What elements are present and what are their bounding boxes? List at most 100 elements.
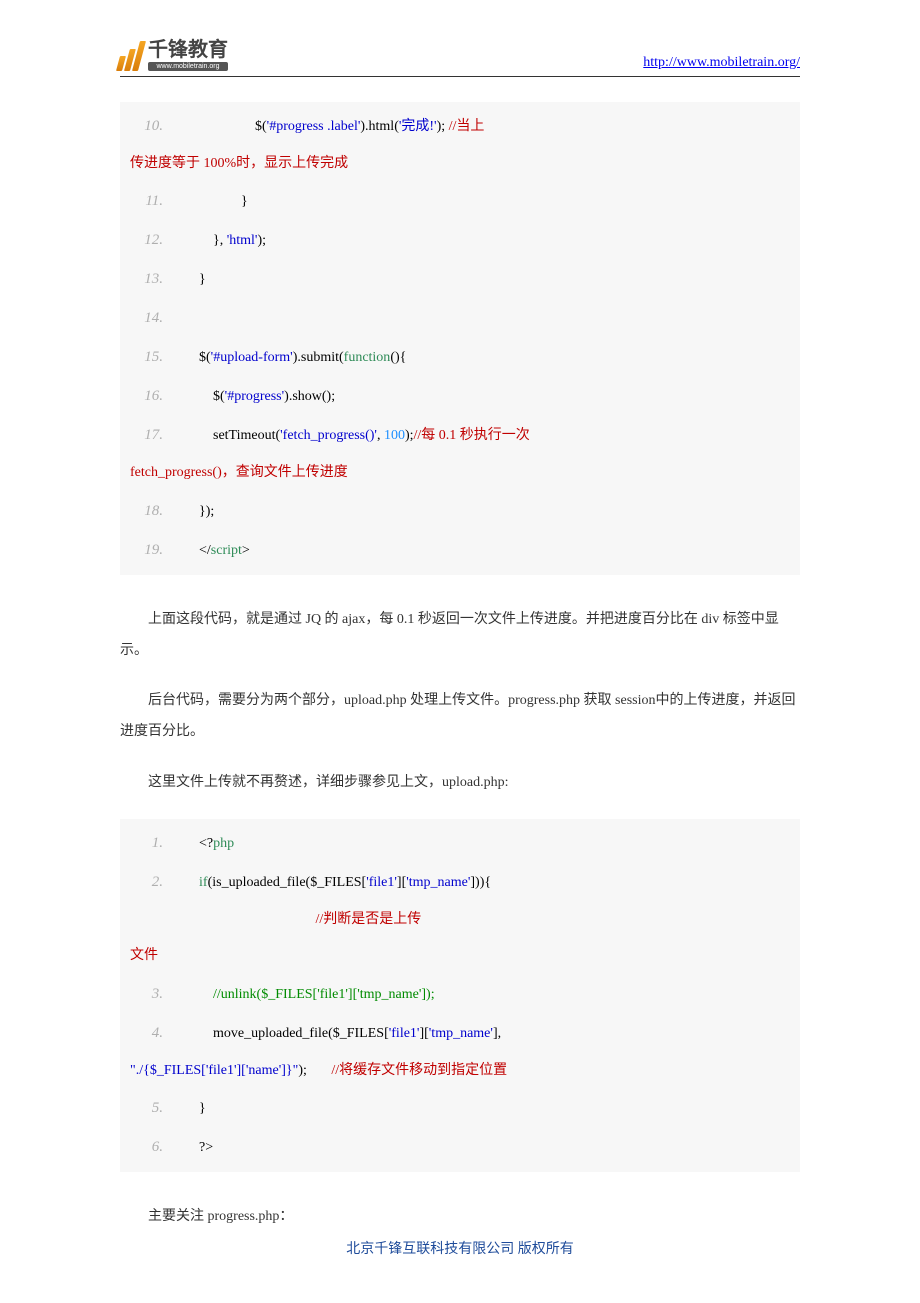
- code-token: },: [185, 223, 227, 259]
- code-token: ][: [397, 865, 406, 901]
- code-line: 5. }: [130, 1089, 790, 1128]
- code-token: 'file1': [389, 1016, 420, 1052]
- code-token: ,: [377, 418, 384, 454]
- paragraph-2: 后台代码，需要分为两个部分，upload.php 处理上传文件。progress…: [120, 686, 800, 748]
- code-token: $(: [185, 379, 225, 415]
- line-number: 4.: [130, 1014, 185, 1053]
- line-number: 14.: [130, 299, 185, 338]
- code-line: //判断是否是上传: [130, 902, 790, 938]
- code-token: ])){: [470, 865, 491, 901]
- page-header: 千锋教育 www.mobiletrain.org http://www.mobi…: [120, 40, 800, 77]
- logo-bars-icon: [116, 41, 146, 71]
- code-token: );: [257, 223, 266, 259]
- code-token: 'tmp_name': [406, 865, 470, 901]
- code-token: <?: [185, 826, 213, 862]
- code-token: >: [242, 533, 250, 569]
- code-token: 传进度等于 100%时，显示上传完成: [130, 146, 348, 182]
- code-token: ).show();: [284, 379, 335, 415]
- code-token: //当上: [449, 109, 485, 145]
- code-token: );: [298, 1053, 331, 1089]
- code-token: if: [199, 865, 208, 901]
- line-number: 3.: [130, 975, 185, 1014]
- code-token: (is_uploaded_file($_FILES[: [208, 865, 367, 901]
- code-token: ][: [419, 1016, 428, 1052]
- header-url-link[interactable]: http://www.mobiletrain.org/: [643, 55, 800, 71]
- code-token: [185, 301, 189, 337]
- code-token: '完成!': [399, 109, 437, 145]
- code-line: 18. });: [130, 492, 790, 531]
- code-token: $(: [185, 340, 211, 376]
- code-token: }: [185, 184, 248, 220]
- code-token: 'fetch_progress()': [280, 418, 377, 454]
- logo-subtext: www.mobiletrain.org: [148, 62, 228, 71]
- code-token: );: [405, 418, 414, 454]
- code-token: php: [213, 826, 234, 862]
- code-line: 19. </script>: [130, 531, 790, 570]
- code-token: script: [211, 533, 242, 569]
- code-token: </: [185, 533, 211, 569]
- code-line: 文件: [130, 938, 790, 974]
- code-token: fetch_progress()，查询文件上传进度: [130, 455, 348, 491]
- code-token: '#progress .label': [267, 109, 361, 145]
- code-token: //将缓存文件移动到指定位置: [331, 1053, 507, 1089]
- code-line: 15. $('#upload-form').submit(function(){: [130, 338, 790, 377]
- code-line: 16. $('#progress').show();: [130, 377, 790, 416]
- line-number: 11.: [130, 182, 185, 221]
- paragraph-1: 上面这段代码，就是通过 JQ 的 ajax，每 0.1 秒返回一次文件上传进度。…: [120, 605, 800, 667]
- code-token: }: [185, 262, 206, 298]
- code-token: ).html(: [360, 109, 399, 145]
- code-token: $(: [185, 109, 267, 145]
- code-token: [130, 902, 316, 938]
- code-block-1: 10. $('#progress .label').html('完成!'); /…: [120, 102, 800, 575]
- code-token: 文件: [130, 938, 158, 974]
- code-block-2: 1. <?php2. if(is_uploaded_file($_FILES['…: [120, 819, 800, 1172]
- line-number: 5.: [130, 1089, 185, 1128]
- line-number: 13.: [130, 260, 185, 299]
- code-line: fetch_progress()，查询文件上传进度: [130, 455, 790, 491]
- code-line: 3. //unlink($_FILES['file1']['tmp_name']…: [130, 975, 790, 1014]
- code-token: );: [437, 109, 449, 145]
- code-token: "./{$_FILES['file1']['name']}": [130, 1053, 298, 1089]
- code-line: 6. ?>: [130, 1128, 790, 1167]
- code-token: //unlink($_FILES['file1']['tmp_name']);: [213, 977, 435, 1013]
- code-line: 传进度等于 100%时，显示上传完成: [130, 146, 790, 182]
- code-line: 10. $('#progress .label').html('完成!'); /…: [130, 107, 790, 146]
- code-token: //判断是否是上传: [316, 902, 422, 938]
- paragraph-4: 主要关注 progress.php：: [120, 1202, 800, 1233]
- code-token: function: [344, 340, 391, 376]
- code-line: 12. }, 'html');: [130, 221, 790, 260]
- line-number: 18.: [130, 492, 185, 531]
- code-token: }: [185, 1091, 206, 1127]
- logo: 千锋教育 www.mobiletrain.org: [120, 40, 228, 71]
- paragraph-3: 这里文件上传就不再赘述，详细步骤参见上文，upload.php:: [120, 768, 800, 799]
- code-token: ],: [493, 1016, 501, 1052]
- page-footer: 北京千锋互联科技有限公司 版权所有: [0, 1238, 920, 1258]
- code-line: "./{$_FILES['file1']['name']}"); //将缓存文件…: [130, 1053, 790, 1089]
- line-number: 1.: [130, 824, 185, 863]
- code-line: 13. }: [130, 260, 790, 299]
- line-number: 12.: [130, 221, 185, 260]
- logo-text: 千锋教育: [148, 40, 228, 60]
- code-line: 2. if(is_uploaded_file($_FILES['file1'][…: [130, 863, 790, 902]
- code-token: //每 0.1 秒执行一次: [414, 418, 530, 454]
- line-number: 6.: [130, 1128, 185, 1167]
- code-token: (){: [390, 340, 406, 376]
- line-number: 16.: [130, 377, 185, 416]
- code-token: [185, 865, 199, 901]
- code-token: '#progress': [225, 379, 284, 415]
- line-number: 17.: [130, 416, 185, 455]
- line-number: 10.: [130, 107, 185, 146]
- code-token: 100: [384, 418, 405, 454]
- code-token: ).submit(: [293, 340, 344, 376]
- line-number: 2.: [130, 863, 185, 902]
- code-line: 14.: [130, 299, 790, 338]
- code-token: 'file1': [366, 865, 397, 901]
- code-line: 4. move_uploaded_file($_FILES['file1']['…: [130, 1014, 790, 1053]
- code-token: ?>: [185, 1130, 213, 1166]
- code-token: setTimeout(: [185, 418, 280, 454]
- code-token: 'html': [227, 223, 258, 259]
- line-number: 15.: [130, 338, 185, 377]
- code-token: 'tmp_name': [429, 1016, 493, 1052]
- code-line: 11. }: [130, 182, 790, 221]
- line-number: 19.: [130, 531, 185, 570]
